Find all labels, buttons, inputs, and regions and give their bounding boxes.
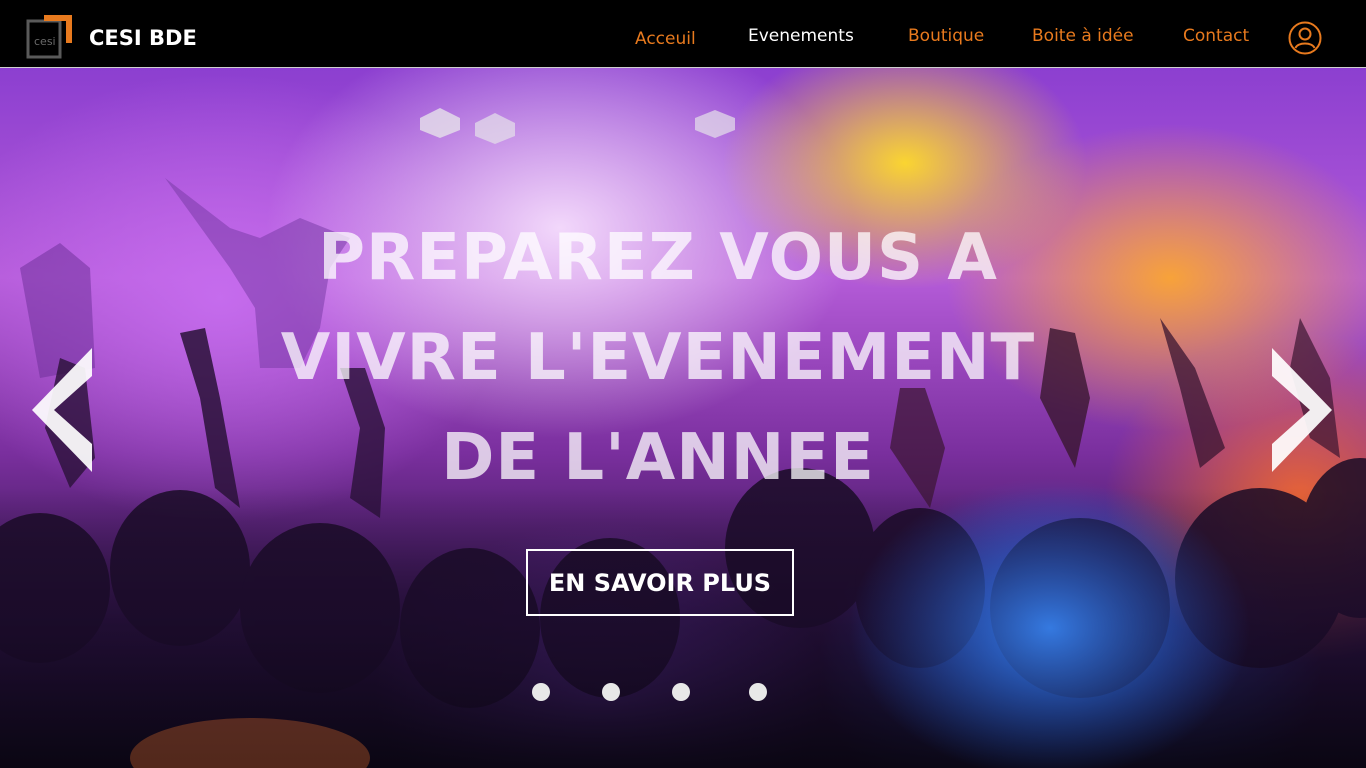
hero-headline-line-2: VIVRE L'EVENEMENT xyxy=(280,321,1036,395)
carousel-prev-button[interactable] xyxy=(30,348,94,472)
carousel-dot-4[interactable] xyxy=(749,683,767,701)
brand-name[interactable]: CESI BDE xyxy=(89,25,197,51)
nav-link-contact[interactable]: Contact xyxy=(1183,25,1249,47)
page: cesi CESI BDE Acceuil Evenements Boutiqu… xyxy=(0,0,1366,768)
user-circle-icon xyxy=(1288,21,1322,55)
carousel-indicators xyxy=(0,683,1366,701)
carousel-dot-1[interactable] xyxy=(532,683,550,701)
cesi-logo[interactable]: cesi xyxy=(26,15,74,61)
carousel-next-button[interactable] xyxy=(1270,348,1334,472)
nav-link-boite-a-idee[interactable]: Boite à idée xyxy=(1032,25,1134,47)
hero-headline-line-1: PREPAREZ VOUS A xyxy=(318,221,998,295)
logo-text: cesi xyxy=(34,35,56,48)
hero-headline-line-3: DE L'ANNEE xyxy=(441,421,875,495)
top-navigation-bar: cesi CESI BDE Acceuil Evenements Boutiqu… xyxy=(0,3,1366,68)
user-account-button[interactable] xyxy=(1288,21,1322,55)
nav-link-evenements[interactable]: Evenements xyxy=(748,25,854,47)
hero-carousel: PREPAREZ VOUS A VIVRE L'EVENEMENT DE L'A… xyxy=(0,68,1366,768)
chevron-right-icon xyxy=(1272,348,1332,472)
carousel-dot-2[interactable] xyxy=(602,683,620,701)
hero-headline: PREPAREZ VOUS A VIVRE L'EVENEMENT DE L'A… xyxy=(200,208,1116,508)
nav-link-boutique[interactable]: Boutique xyxy=(908,25,984,47)
nav-link-acceuil[interactable]: Acceuil xyxy=(635,28,696,50)
en-savoir-plus-button[interactable]: EN SAVOIR PLUS xyxy=(526,549,794,616)
carousel-dot-3[interactable] xyxy=(672,683,690,701)
chevron-left-icon xyxy=(32,348,92,472)
